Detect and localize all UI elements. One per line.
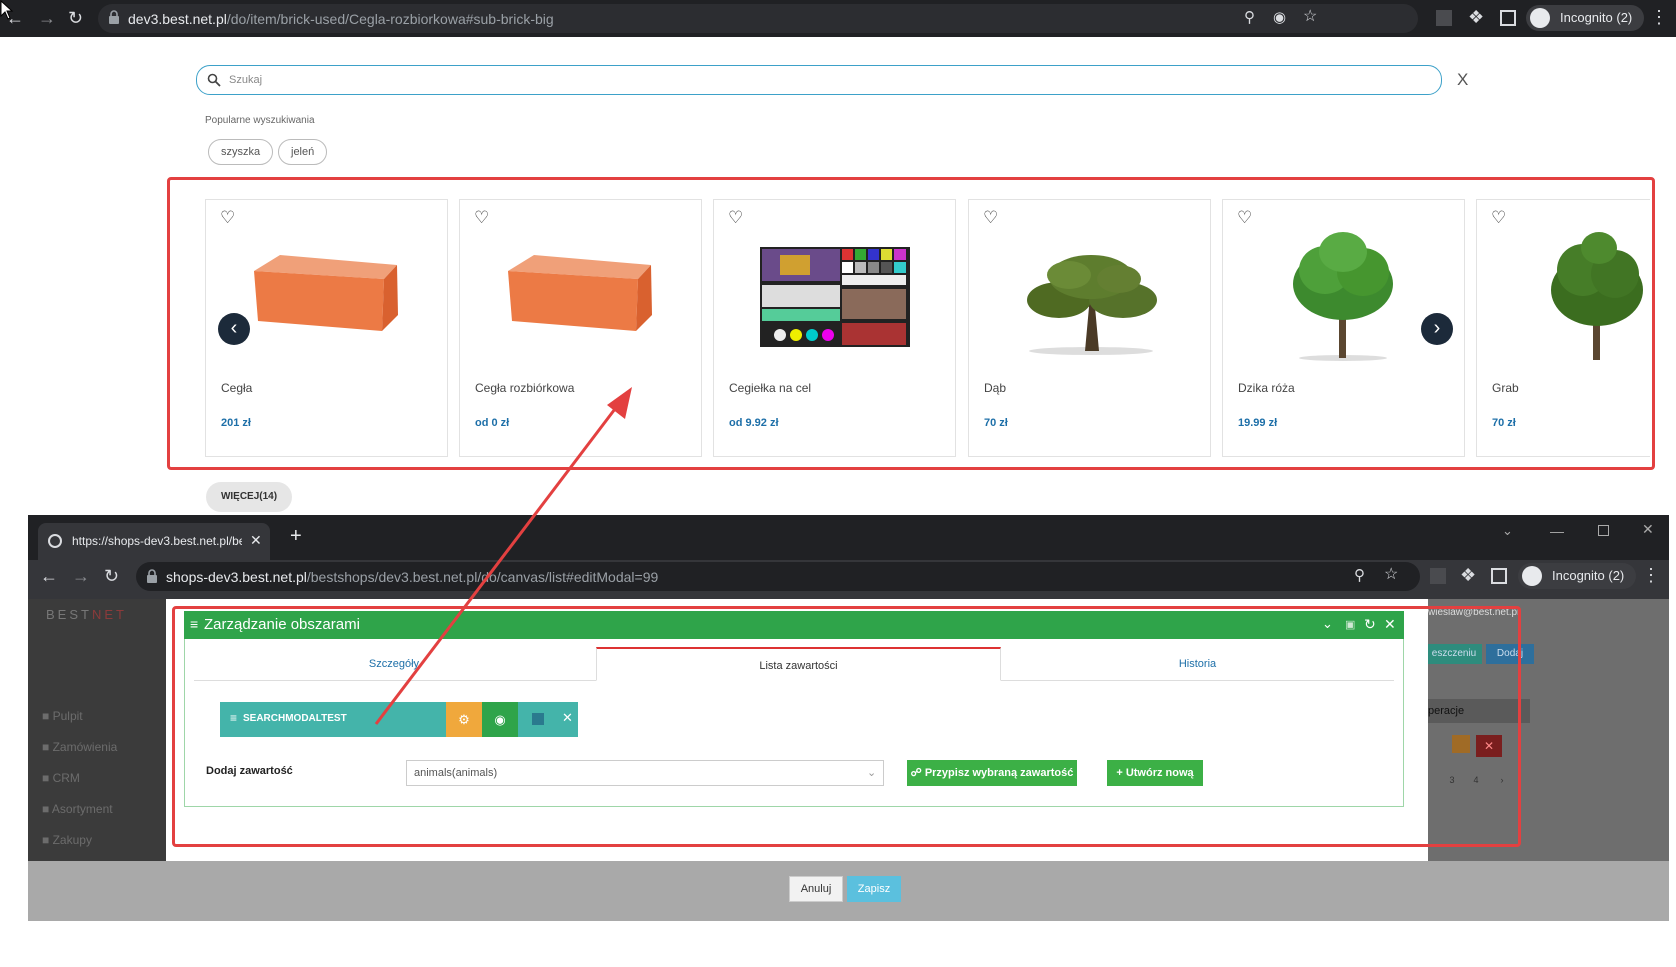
extension-icon[interactable] bbox=[1430, 568, 1446, 584]
sidebar-label: CRM bbox=[52, 771, 80, 785]
menu-icon[interactable]: ⋮ bbox=[1650, 8, 1668, 26]
browser-toolbar: ← → ↻ dev3.best.net.pl/do/item/brick-use… bbox=[0, 0, 1676, 37]
carousel-prev-button[interactable]: ‹ bbox=[218, 313, 250, 345]
heart-icon[interactable]: ♡ bbox=[474, 208, 489, 228]
close-tab-icon[interactable]: ✕ bbox=[250, 532, 262, 549]
product-name[interactable]: Cegła bbox=[221, 381, 252, 395]
incognito-label: Incognito (2) bbox=[1560, 10, 1633, 25]
brand-logo: BESTNET bbox=[46, 607, 127, 622]
incognito-icon bbox=[1530, 8, 1550, 28]
globe-icon bbox=[48, 534, 62, 548]
carousel-next-button[interactable]: › bbox=[1421, 313, 1453, 345]
annotation-arrow bbox=[374, 387, 632, 725]
puzzle-icon[interactable]: ❖ bbox=[1460, 566, 1476, 584]
product-image-tree bbox=[1283, 230, 1403, 362]
forward-icon[interactable]: → bbox=[72, 567, 90, 585]
sidebar-item-asortyment[interactable]: ■ Asortyment bbox=[42, 802, 113, 816]
more-button[interactable]: WIĘCEJ(14) bbox=[206, 482, 292, 512]
close-search-button[interactable]: X bbox=[1457, 70, 1468, 90]
incognito-icon bbox=[1522, 566, 1542, 586]
sidebar-item-zakupy[interactable]: ■ Zakupy bbox=[42, 833, 92, 847]
chip-jelen[interactable]: jeleń bbox=[278, 139, 328, 165]
sidebar-label: Asortyment bbox=[51, 802, 113, 816]
admin-sidebar: BESTNET ■ Pulpit ■ Zamówienia ■ CRM ■ As… bbox=[28, 599, 168, 861]
product-price: 70 zł bbox=[984, 417, 1008, 429]
product-image-oak bbox=[1019, 245, 1164, 355]
incognito-badge[interactable]: Incognito (2) bbox=[1526, 5, 1645, 31]
product-name[interactable]: Grab bbox=[1492, 381, 1519, 395]
address-bar[interactable]: shops-dev3.best.net.pl/bestshops/dev3.be… bbox=[136, 562, 1420, 591]
product-name[interactable]: Dzika róża bbox=[1238, 381, 1295, 395]
search-icon bbox=[207, 73, 221, 87]
product-name[interactable]: Dąb bbox=[984, 381, 1006, 395]
maximize-icon[interactable] bbox=[1598, 525, 1609, 536]
product-image-brick bbox=[252, 255, 402, 335]
product-name[interactable]: Cegiełka na cel bbox=[729, 381, 811, 395]
product-card[interactable]: ♡ Cegiełka na cel od 9.92 zł bbox=[713, 199, 956, 457]
product-price: 201 zł bbox=[221, 417, 251, 429]
sidebar-label: Pulpit bbox=[52, 709, 83, 723]
product-image-brick bbox=[506, 255, 656, 335]
close-window-icon[interactable]: ✕ bbox=[1642, 521, 1654, 538]
incognito-label: Incognito (2) bbox=[1552, 568, 1625, 583]
menu-icon[interactable]: ⋮ bbox=[1642, 566, 1660, 584]
product-card[interactable]: ♡ Dąb 70 zł bbox=[968, 199, 1211, 457]
tab-title: https://shops-dev3.best.net.pl/be bbox=[72, 534, 242, 548]
logo-part-a: BEST bbox=[46, 607, 92, 622]
cancel-button[interactable]: Anuluj bbox=[789, 876, 843, 902]
heart-icon[interactable]: ♡ bbox=[220, 208, 235, 228]
modal-footer: Anuluj Zapisz bbox=[28, 861, 1669, 921]
save-button[interactable]: Zapisz bbox=[847, 876, 901, 902]
mouse-cursor-icon bbox=[0, 0, 14, 20]
heart-icon[interactable]: ♡ bbox=[1237, 208, 1252, 228]
chevron-down-icon[interactable]: ⌄ bbox=[1502, 523, 1513, 539]
reload-icon[interactable]: ↻ bbox=[104, 567, 119, 585]
reload-icon[interactable]: ↻ bbox=[68, 9, 83, 27]
product-card[interactable]: ♡ Grab 70 zł bbox=[1476, 199, 1650, 457]
popular-searches-label: Popularne wyszukiwania bbox=[205, 115, 315, 126]
url-text: dev3.best.net.pl/do/item/brick-used/Cegl… bbox=[128, 11, 554, 27]
sidebar-item-zamowienia[interactable]: ■ Zamówienia bbox=[42, 740, 117, 754]
sidebar-label: Zamówienia bbox=[52, 740, 118, 754]
minimize-icon[interactable]: — bbox=[1550, 523, 1564, 539]
forward-icon[interactable]: → bbox=[38, 9, 56, 27]
search-placeholder: Szukaj bbox=[229, 74, 263, 86]
extension-icon[interactable] bbox=[1436, 10, 1452, 26]
logo-part-b: NET bbox=[91, 607, 127, 622]
heart-icon[interactable]: ♡ bbox=[983, 208, 998, 228]
address-bar[interactable]: dev3.best.net.pl/do/item/brick-used/Cegl… bbox=[98, 4, 1418, 33]
back-icon[interactable]: ← bbox=[40, 567, 58, 585]
zoom-icon[interactable]: ⚲ bbox=[1354, 567, 1365, 585]
search-input[interactable]: Szukaj bbox=[196, 65, 1442, 95]
sidebar-item-pulpit[interactable]: ■ Pulpit bbox=[42, 709, 83, 723]
browser-tab[interactable]: https://shops-dev3.best.net.pl/be ✕ bbox=[38, 523, 270, 560]
lock-icon bbox=[108, 10, 120, 24]
heart-icon[interactable]: ♡ bbox=[728, 208, 743, 228]
new-tab-icon[interactable]: + bbox=[290, 525, 302, 548]
sidebar-item-crm[interactable]: ■ CRM bbox=[42, 771, 80, 785]
zoom-icon[interactable]: ⚲ bbox=[1244, 9, 1255, 27]
tab-strip bbox=[28, 515, 1669, 560]
chip-szyszka[interactable]: szyszka bbox=[208, 139, 274, 165]
lock-icon bbox=[146, 569, 158, 583]
star-icon[interactable]: ☆ bbox=[1384, 566, 1398, 584]
eye-off-icon[interactable]: ◉ bbox=[1273, 9, 1286, 27]
product-price: 70 zł bbox=[1492, 417, 1516, 429]
product-image-tree bbox=[1543, 230, 1650, 362]
heart-icon[interactable]: ♡ bbox=[1491, 208, 1506, 228]
sidebar-label: Zakupy bbox=[52, 833, 92, 847]
product-price: 19.99 zł bbox=[1238, 417, 1278, 429]
incognito-badge[interactable]: Incognito (2) bbox=[1518, 563, 1637, 589]
product-price: od 9.92 zł bbox=[729, 417, 779, 429]
puzzle-icon[interactable]: ❖ bbox=[1468, 8, 1484, 26]
product-image-test-chart bbox=[760, 247, 910, 347]
sidepanel-icon[interactable] bbox=[1491, 568, 1507, 584]
star-icon[interactable]: ☆ bbox=[1303, 8, 1317, 26]
sidepanel-icon[interactable] bbox=[1500, 10, 1516, 26]
